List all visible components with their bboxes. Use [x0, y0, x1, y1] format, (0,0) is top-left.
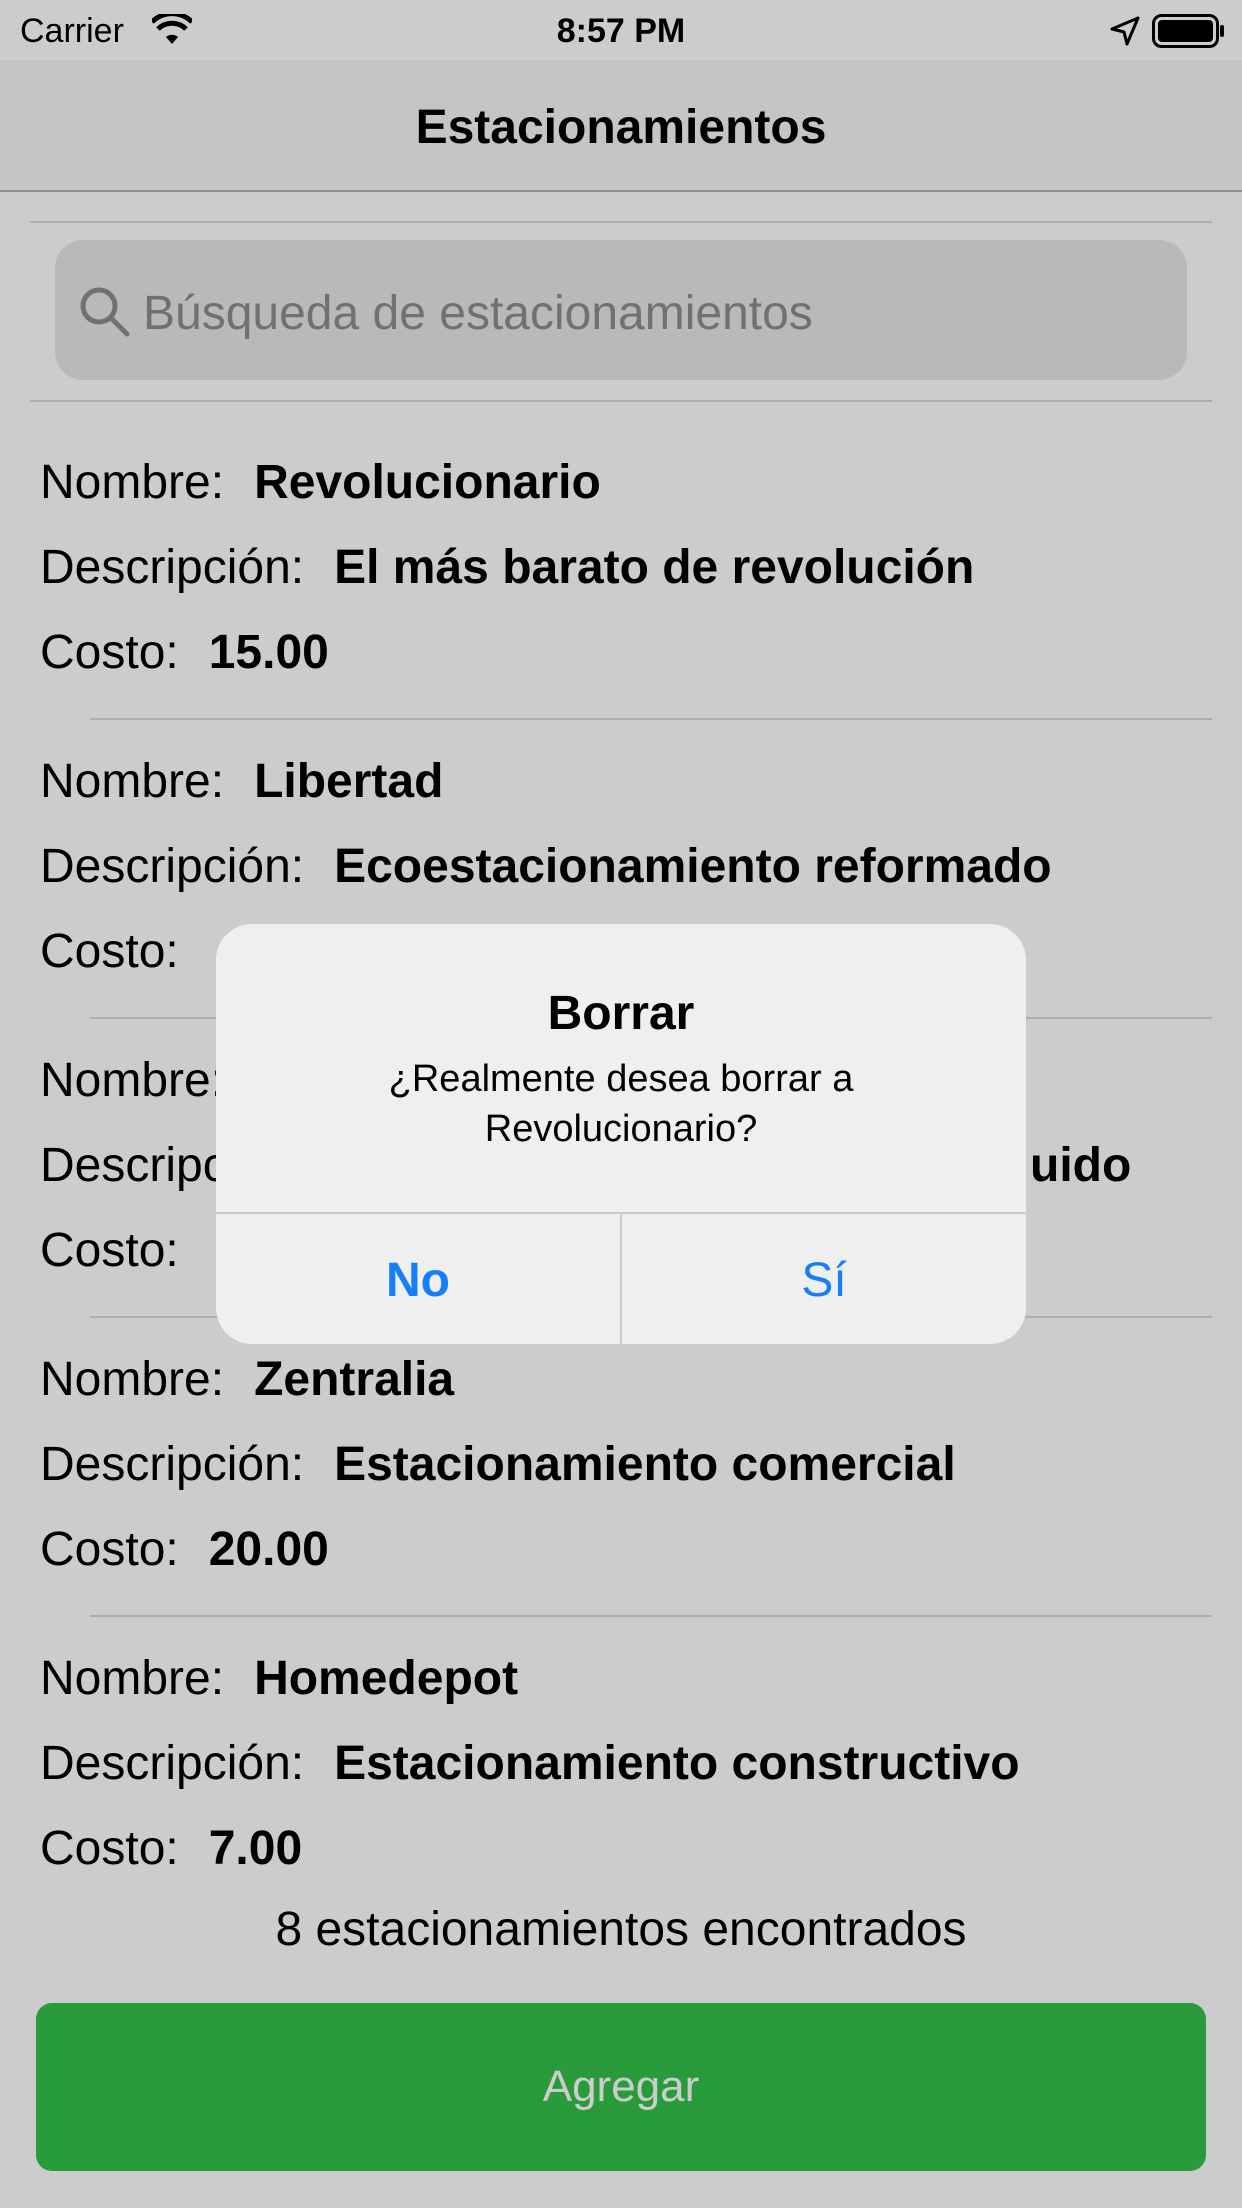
confirm-delete-button[interactable]: Sí: [620, 1214, 1026, 1344]
alert-title: Borrar: [547, 987, 695, 1040]
cancel-button[interactable]: No: [216, 1214, 620, 1344]
alert-message: ¿Realmente desea borrar a Revolucionario…: [388, 1058, 854, 1150]
delete-alert-dialog: Borrar ¿Realmente desea borrar a Revoluc…: [216, 924, 1026, 1344]
alert-actions: No Sí: [216, 1212, 1026, 1344]
